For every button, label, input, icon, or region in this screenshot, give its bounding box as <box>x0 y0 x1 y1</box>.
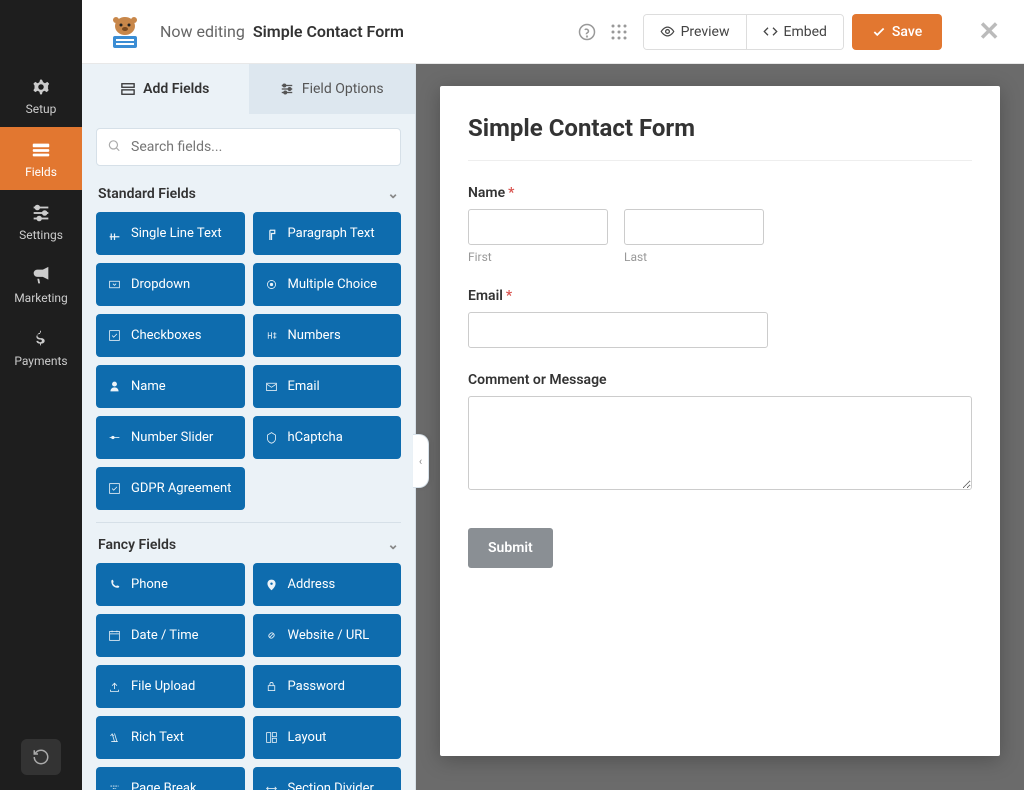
rich-text-icon <box>108 731 121 744</box>
nav-settings[interactable]: Settings <box>0 190 82 253</box>
section-standard-fields[interactable]: Standard Fields ⌄ <box>96 180 401 212</box>
form-icon <box>30 139 52 161</box>
last-sublabel: Last <box>624 250 764 264</box>
form-card[interactable]: Simple Contact Form Name* First Last <box>440 86 1000 756</box>
tab-field-options[interactable]: Field Options <box>249 64 416 114</box>
app-logo <box>98 12 152 52</box>
form-name-title[interactable]: Simple Contact Form <box>253 22 404 41</box>
file-upload-icon <box>108 680 121 693</box>
apps-grid-icon[interactable] <box>609 22 629 42</box>
field-type-dropdown[interactable]: Dropdown <box>96 263 245 306</box>
field-type-file-upload[interactable]: File Upload <box>96 665 245 708</box>
sliders-icon <box>30 202 52 224</box>
checkboxes-icon <box>108 329 121 342</box>
bullhorn-icon <box>30 265 52 287</box>
tab-add-fields[interactable]: Add Fields <box>82 64 249 114</box>
field-type-password[interactable]: Password <box>253 665 402 708</box>
field-type-gdpr-agreement[interactable]: GDPR Agreement <box>96 467 245 510</box>
name-icon <box>108 380 121 393</box>
search-fields-input[interactable] <box>96 128 401 166</box>
last-name-input[interactable] <box>624 209 764 245</box>
field-type-phone[interactable]: Phone <box>96 563 245 606</box>
phone-icon <box>108 578 121 591</box>
close-button[interactable]: ✕ <box>970 17 1008 47</box>
dropdown-icon <box>108 278 121 291</box>
number-slider-icon <box>108 431 121 444</box>
multiple-choice-icon <box>265 278 278 291</box>
comment-label: Comment or Message <box>468 372 972 388</box>
password-icon <box>265 680 278 693</box>
panel-collapse-handle[interactable]: ‹ <box>413 434 429 488</box>
gdpr-agreement-icon <box>108 482 121 495</box>
chevron-down-icon: ⌄ <box>387 537 399 553</box>
form-preview-area: Simple Contact Form Name* First Last <box>416 64 1024 790</box>
nav-fields[interactable]: Fields <box>0 127 82 190</box>
save-button[interactable]: Save <box>852 14 942 50</box>
form-field-comment[interactable]: Comment or Message <box>468 372 972 494</box>
date-time-icon <box>108 629 121 642</box>
nav-payments[interactable]: Payments <box>0 316 82 379</box>
form-field-name[interactable]: Name* First Last <box>468 185 972 264</box>
section-fancy-fields[interactable]: Fancy Fields ⌄ <box>96 522 401 563</box>
field-type-name[interactable]: Name <box>96 365 245 408</box>
sidebar-nav: Setup Fields Settings Marketing Payments <box>0 0 82 790</box>
sliders-icon <box>280 82 294 96</box>
field-type-multiple-choice[interactable]: Multiple Choice <box>253 263 402 306</box>
check-icon <box>872 25 886 39</box>
nav-marketing[interactable]: Marketing <box>0 253 82 316</box>
field-type-date-time[interactable]: Date / Time <box>96 614 245 657</box>
website-url-icon <box>265 629 278 642</box>
chevron-down-icon: ⌄ <box>387 186 399 202</box>
help-icon[interactable] <box>577 22 597 42</box>
submit-button[interactable]: Submit <box>468 528 553 568</box>
section-divider-icon <box>265 782 278 790</box>
nav-setup[interactable]: Setup <box>0 64 82 127</box>
form-title: Simple Contact Form <box>468 114 972 161</box>
topbar: Now editing Simple Contact Form Preview … <box>82 0 1024 64</box>
field-type-page-break[interactable]: Page Break <box>96 767 245 790</box>
eye-icon <box>660 24 675 39</box>
email-label: Email* <box>468 288 972 304</box>
email-icon <box>265 380 278 393</box>
email-input[interactable] <box>468 312 768 348</box>
field-type-rich-text[interactable]: Rich Text <box>96 716 245 759</box>
field-type-single-line-text[interactable]: Single Line Text <box>96 212 245 255</box>
field-type-numbers[interactable]: Numbers <box>253 314 402 357</box>
page-break-icon <box>108 782 121 790</box>
now-editing-label: Now editing <box>160 22 245 41</box>
search-icon <box>107 138 121 157</box>
field-type-checkboxes[interactable]: Checkboxes <box>96 314 245 357</box>
field-type-address[interactable]: Address <box>253 563 402 606</box>
field-type-website-url[interactable]: Website / URL <box>253 614 402 657</box>
gear-icon <box>30 76 52 98</box>
form-field-email[interactable]: Email* <box>468 288 972 348</box>
paragraph-text-icon <box>265 227 278 240</box>
field-type-section-divider[interactable]: Section Divider <box>253 767 402 790</box>
first-name-input[interactable] <box>468 209 608 245</box>
name-label: Name* <box>468 185 972 201</box>
field-type-hcaptcha[interactable]: hCaptcha <box>253 416 402 459</box>
field-type-paragraph-text[interactable]: Paragraph Text <box>253 212 402 255</box>
field-type-email[interactable]: Email <box>253 365 402 408</box>
single-line-text-icon <box>108 227 121 240</box>
embed-button[interactable]: Embed <box>747 15 843 49</box>
dollar-icon <box>30 328 52 350</box>
field-type-layout[interactable]: Layout <box>253 716 402 759</box>
fields-panel: Add Fields Field Options Standard Fields <box>82 64 416 790</box>
hcaptcha-icon <box>265 431 278 444</box>
layout-icon <box>121 82 135 96</box>
first-sublabel: First <box>468 250 608 264</box>
preview-button[interactable]: Preview <box>644 15 747 49</box>
layout-icon <box>265 731 278 744</box>
history-icon <box>32 748 50 766</box>
numbers-icon <box>265 329 278 342</box>
field-type-number-slider[interactable]: Number Slider <box>96 416 245 459</box>
code-icon <box>763 24 778 39</box>
history-button[interactable] <box>21 739 61 775</box>
address-icon <box>265 578 278 591</box>
comment-textarea[interactable] <box>468 396 972 490</box>
